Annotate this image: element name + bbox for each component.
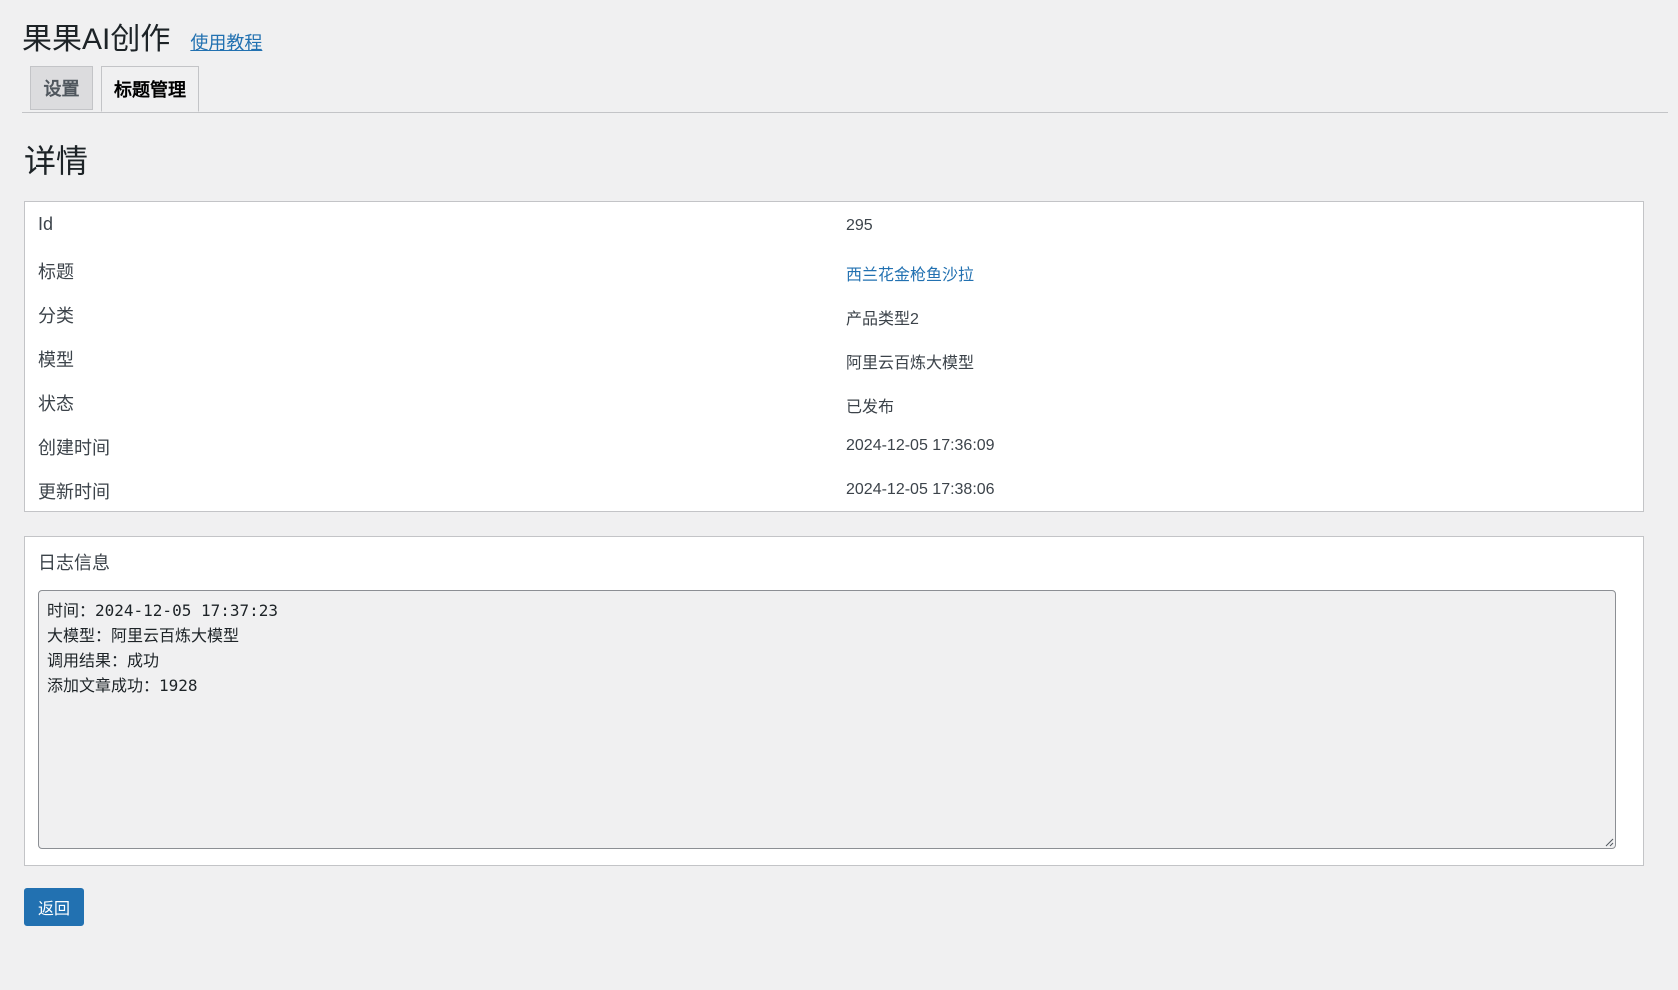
detail-value: 已发布	[846, 399, 895, 416]
detail-row-created-time: 创建时间 2024-12-05 17:36:09	[25, 422, 1643, 466]
detail-value: 阿里云百炼大模型	[846, 355, 975, 372]
log-textarea[interactable]: 时间：2024-12-05 17:37:23 大模型：阿里云百炼大模型 调用结果…	[38, 590, 1616, 849]
details-panel: Id 295 标题 西兰花金枪鱼沙拉 分类 产品类型2 模型 阿里云百炼大模型 …	[24, 201, 1644, 512]
detail-label: 标题	[38, 262, 74, 282]
detail-row-title: 标题 西兰花金枪鱼沙拉	[25, 246, 1643, 290]
detail-row-model: 模型 阿里云百炼大模型	[25, 334, 1643, 378]
tutorial-link[interactable]: 使用教程	[190, 29, 262, 55]
app-title: 果果AI创作	[22, 23, 171, 56]
detail-value: 295	[846, 217, 873, 234]
detail-label: Id	[38, 214, 54, 234]
detail-label: 更新时间	[38, 482, 110, 502]
resize-handle-icon[interactable]	[1604, 837, 1614, 847]
tab-bar: 设置 标题管理	[22, 66, 1668, 113]
log-title: 日志信息	[38, 553, 110, 573]
detail-label: 创建时间	[38, 438, 110, 458]
tab-title-management[interactable]: 标题管理	[101, 66, 199, 112]
detail-row-category: 分类 产品类型2	[25, 290, 1643, 334]
detail-value: 2024-12-05 17:38:06	[846, 481, 995, 498]
detail-label: 状态	[38, 394, 74, 414]
page-header: 果果AI创作 使用教程	[22, 14, 262, 58]
detail-row-status: 状态 已发布	[25, 378, 1643, 422]
detail-value: 产品类型2	[846, 311, 919, 328]
detail-row-updated-time: 更新时间 2024-12-05 17:38:06	[25, 466, 1643, 510]
detail-label: 模型	[38, 350, 74, 370]
log-panel: 日志信息 时间：2024-12-05 17:37:23 大模型：阿里云百炼大模型…	[24, 536, 1644, 866]
detail-value: 2024-12-05 17:36:09	[846, 437, 995, 454]
title-link[interactable]: 西兰花金枪鱼沙拉	[846, 261, 974, 285]
back-button[interactable]: 返回	[24, 888, 84, 926]
detail-row-id: Id 295	[25, 202, 1643, 246]
detail-label: 分类	[38, 306, 74, 326]
tab-settings[interactable]: 设置	[30, 66, 93, 110]
page-title: 详情	[24, 143, 89, 179]
